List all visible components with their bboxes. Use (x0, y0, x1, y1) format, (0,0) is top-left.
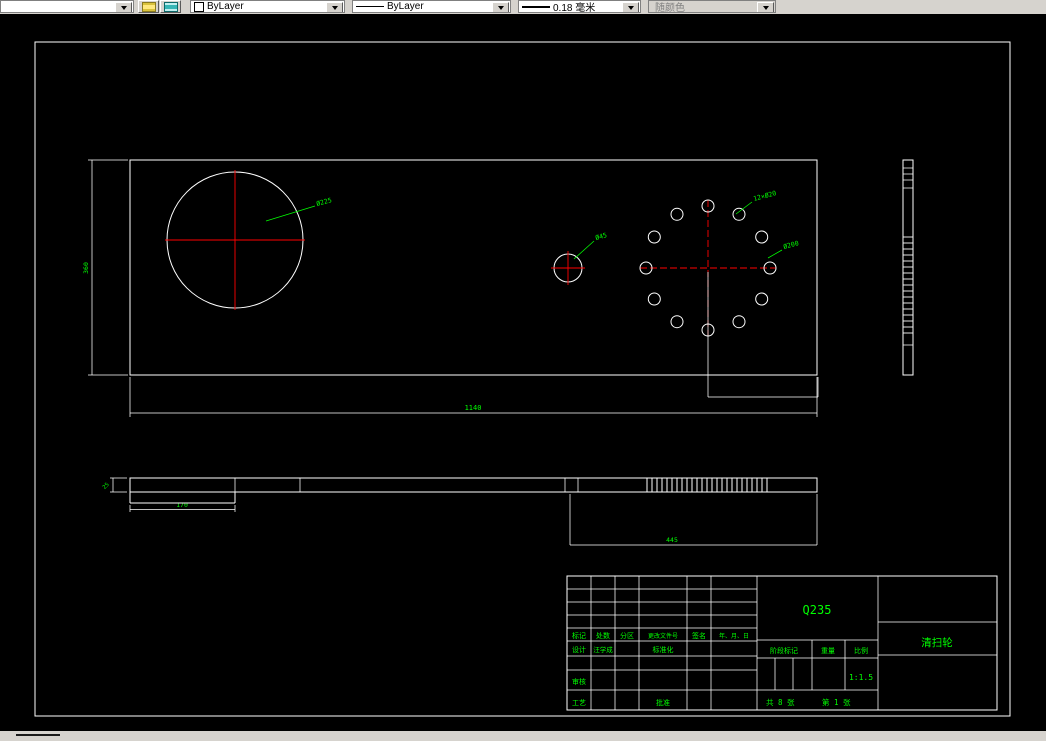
make-object-layer-current-button[interactable] (138, 0, 159, 13)
linetype-value: ByLayer (387, 1, 424, 12)
tb-sheet-number: 第 1 张 (822, 697, 851, 707)
main-view (129, 159, 819, 398)
tb-date: 年、月、日 (719, 632, 749, 640)
lineweight-value: 0.18 毫米 (553, 3, 596, 13)
layer-stack-icon (141, 1, 156, 12)
tb-standardization: 标准化 (653, 645, 674, 654)
drawing-canvas[interactable]: 1140 360 170 445 25 Ø225 Ø45 12×Ø20 Ø200 (0, 14, 1046, 731)
side-view (902, 159, 914, 376)
tb-designer: 汪学成 (593, 645, 613, 654)
tb-part-name: 清扫轮 (921, 636, 953, 649)
color-swatch-icon (194, 1, 204, 12)
status-strip (0, 731, 1046, 741)
chevron-down-icon[interactable] (492, 2, 509, 12)
layer-control[interactable] (0, 0, 134, 13)
title-block: 标记 处数 分区 更改文件号 签名 年、月、日 设计 汪学成 标准化 审核 工艺… (566, 575, 998, 711)
linetype-control[interactable]: ByLayer (352, 0, 511, 13)
tb-change-no: 更改文件号 (648, 632, 678, 640)
chevron-down-icon[interactable] (115, 2, 132, 12)
color-value: ByLayer (207, 1, 244, 12)
tb-weight: 重量 (821, 647, 835, 655)
dim-overall-length: 1140 (465, 404, 482, 412)
tb-scale-label: 比例 (854, 646, 868, 655)
drawing-frame (34, 41, 1011, 717)
tb-scale-value: 1:1.5 (849, 673, 873, 682)
plot-style-control[interactable]: 随颜色 (648, 0, 776, 13)
layers-icon (163, 1, 178, 12)
lineweight-preview-icon (522, 5, 550, 8)
tb-check: 审核 (572, 677, 586, 686)
large-circle (165, 170, 305, 310)
section-view (129, 477, 818, 504)
tb-sign: 签名 (692, 631, 706, 640)
tb-sheet-total: 共 8 张 (766, 698, 795, 707)
chevron-down-icon[interactable] (326, 2, 343, 12)
properties-toolbar: ByLayer ByLayer 0.18 毫米 随颜色 (0, 0, 1046, 14)
dim-step-width: 170 (176, 501, 188, 509)
tb-design: 设计 (572, 645, 586, 654)
tb-zone: 分区 (620, 631, 634, 640)
chevron-down-icon[interactable] (622, 2, 639, 12)
extension-lines (707, 272, 819, 398)
callout-leaders: Ø225 Ø45 12×Ø20 Ø200 (265, 189, 800, 260)
plot-style-value: 随颜色 (655, 3, 685, 13)
callout-large-hole: Ø225 (315, 196, 332, 208)
tb-count: 处数 (596, 631, 610, 640)
tb-process: 工艺 (572, 699, 586, 707)
tb-stage-mark: 阶段标记 (770, 646, 798, 655)
color-control[interactable]: ByLayer (190, 0, 345, 13)
small-circle (551, 251, 585, 285)
lineweight-control[interactable]: 0.18 毫米 (518, 0, 641, 13)
callout-bolt-holes: 12×Ø20 (752, 189, 777, 203)
tb-mark: 标记 (572, 631, 586, 640)
dim-thickness: 25 (102, 482, 111, 491)
dim-hub-width: 445 (666, 536, 678, 544)
linetype-preview-icon (356, 6, 384, 7)
callout-small-hole: Ø45 (594, 231, 607, 242)
tb-approve: 批准 (656, 698, 670, 707)
scrollbar-fragment[interactable] (16, 734, 60, 736)
dim-overall-height: 360 (82, 262, 90, 274)
tb-material: Q235 (803, 603, 832, 617)
callout-bolt-circle: Ø200 (782, 239, 799, 251)
chevron-down-icon[interactable] (757, 2, 774, 12)
layer-previous-button[interactable] (160, 0, 181, 13)
